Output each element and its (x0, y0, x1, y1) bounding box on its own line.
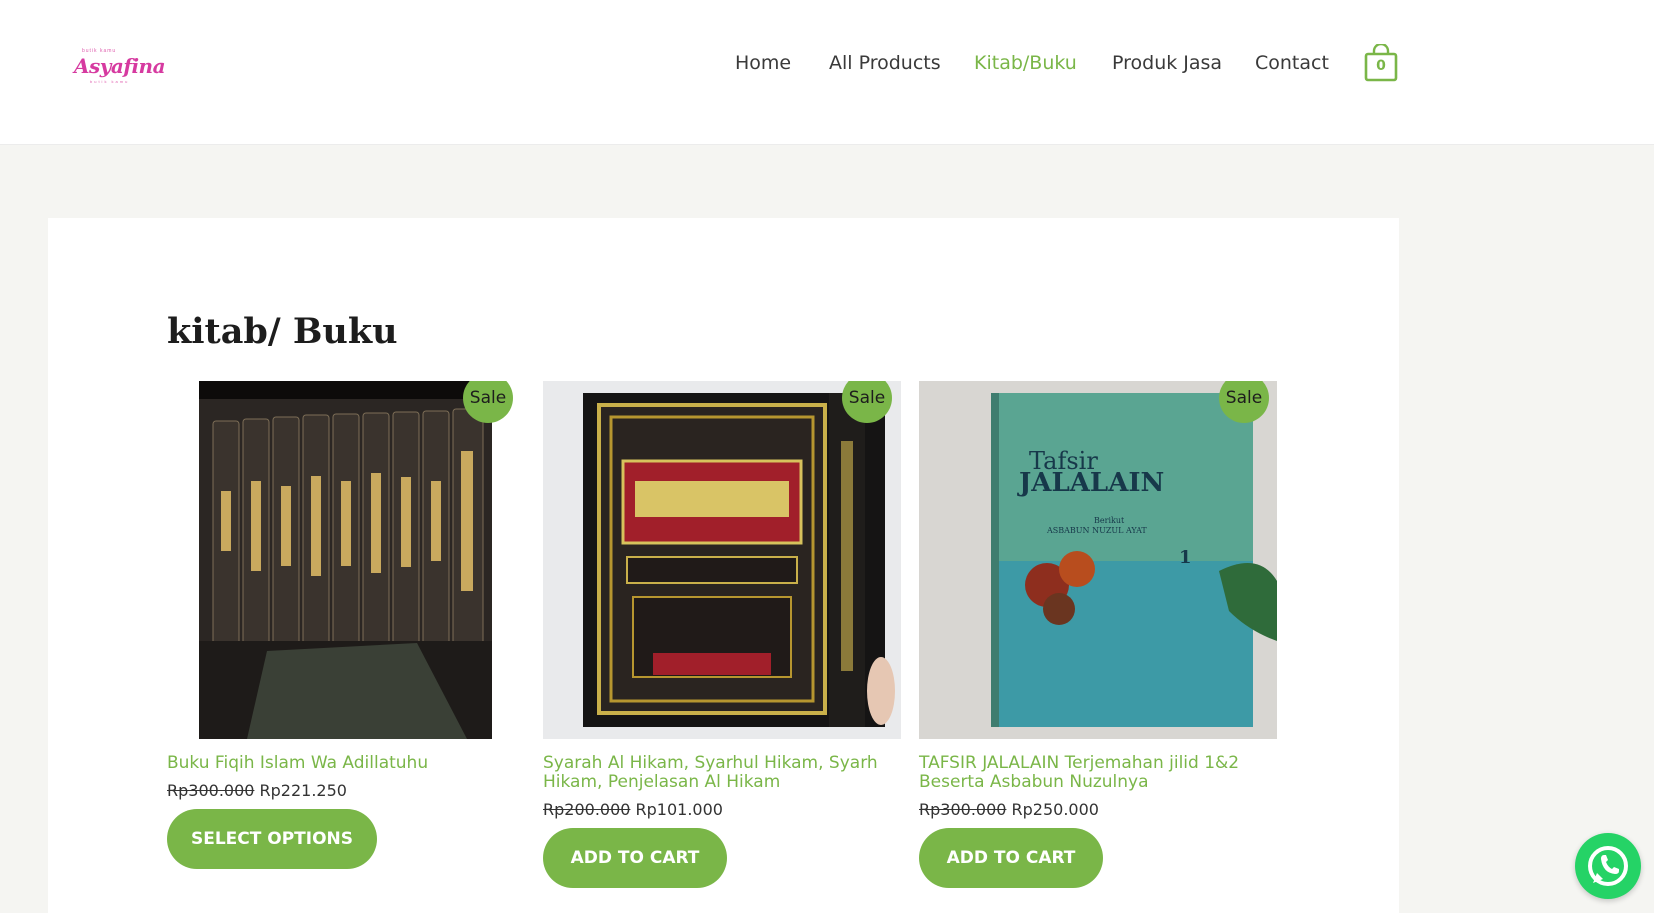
logo-text: Asyafina (74, 54, 166, 78)
product-image[interactable]: Sale (167, 381, 525, 739)
add-to-cart-button[interactable]: ADD TO CART (543, 828, 727, 888)
product-price: Rp300.000 Rp250.000 (919, 800, 1099, 819)
logo-tagline-bottom: butik kamu (90, 79, 130, 84)
shopping-bag-icon[interactable]: 0 (1364, 42, 1398, 82)
main-content: kitab/ Buku Sale Buku Fiqih Islam Wa Adi… (48, 218, 1399, 913)
cover-title-line2: JALALAIN (1017, 468, 1164, 498)
cover-subtitle: Berikut (1094, 516, 1125, 525)
add-to-cart-button[interactable]: ADD TO CART (919, 828, 1103, 888)
nav-item-contact[interactable]: Contact (1255, 52, 1329, 74)
product-image[interactable]: Sale (543, 381, 901, 739)
cart-count: 0 (1376, 58, 1386, 74)
product-image[interactable]: Tafsir JALALAIN Berikut ASBABUN NUZUL AY… (919, 381, 1277, 739)
nav-item-all-products[interactable]: All Products (829, 52, 941, 74)
cover-subtitle-2: ASBABUN NUZUL AYAT (1046, 526, 1147, 535)
page-title: kitab/ Buku (167, 311, 398, 352)
product-title[interactable]: Syarah Al Hikam, Syarhul Hikam, Syarh Hi… (543, 754, 901, 792)
nav-item-kitab-buku[interactable]: Kitab/Buku (974, 52, 1077, 74)
old-price: Rp200.000 (543, 800, 631, 819)
sale-price: Rp250.000 (1011, 800, 1099, 819)
site-header: butik kamu Asyafina butik kamu Home All … (0, 0, 1654, 145)
product-title[interactable]: Buku Fiqih Islam Wa Adillatuhu (167, 754, 525, 773)
nav-item-produk-jasa[interactable]: Produk Jasa (1112, 52, 1222, 74)
sale-price: Rp101.000 (635, 800, 723, 819)
old-price: Rp300.000 (919, 800, 1007, 819)
cover-volume: 1 (1179, 547, 1192, 568)
select-options-button[interactable]: SELECT OPTIONS (167, 809, 377, 869)
whatsapp-icon[interactable] (1575, 833, 1641, 899)
product-title[interactable]: TAFSIR JALALAIN Terjemahan jilid 1&2 Bes… (919, 754, 1277, 792)
sale-price: Rp221.250 (259, 781, 347, 800)
site-logo[interactable]: butik kamu Asyafina butik kamu (74, 48, 166, 88)
old-price: Rp300.000 (167, 781, 255, 800)
product-price: Rp300.000 Rp221.250 (167, 781, 347, 800)
product-price: Rp200.000 Rp101.000 (543, 800, 723, 819)
nav-item-home[interactable]: Home (735, 52, 791, 74)
